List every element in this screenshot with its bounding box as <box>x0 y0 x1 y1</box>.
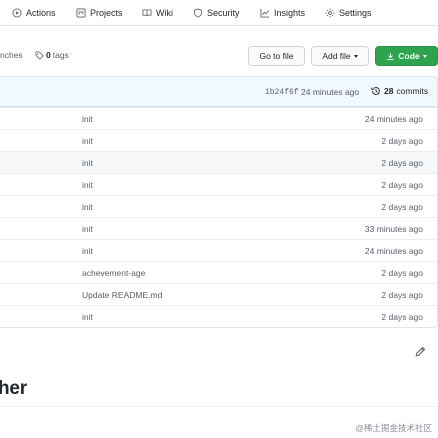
chevron-down-icon <box>353 54 358 58</box>
row-commit-message[interactable]: init <box>82 246 93 256</box>
row-commit-age: 2 days ago <box>381 312 423 322</box>
commit-sha-link[interactable]: 1b24f6f <box>265 88 299 97</box>
row-commit-age: 2 days ago <box>381 180 423 190</box>
go-to-file-label: Go to file <box>259 51 294 61</box>
add-file-button[interactable]: Add file <box>311 46 369 66</box>
table-row[interactable]: init 2 days ago <box>0 173 437 195</box>
tags-label: tags <box>52 50 69 60</box>
commits-link[interactable]: 28 commits <box>371 86 428 96</box>
tab-actions[interactable]: Actions <box>12 6 56 20</box>
row-commit-message[interactable]: init <box>82 136 93 146</box>
download-icon <box>387 52 394 60</box>
tab-projects[interactable]: Projects <box>76 6 123 20</box>
chevron-down-icon <box>422 54 427 58</box>
row-commit-message[interactable]: init <box>82 180 93 190</box>
table-row[interactable]: init 24 minutes ago <box>0 107 437 129</box>
file-list: 1b24f6f 24 minutes ago 28 commits init 2… <box>0 76 438 328</box>
graph-icon <box>260 8 270 18</box>
row-commit-age: 2 days ago <box>381 158 423 168</box>
tab-label: Insights <box>274 8 306 18</box>
table-row[interactable]: init 2 days ago <box>0 151 437 173</box>
table-row[interactable]: init 2 days ago <box>0 195 437 217</box>
table-row[interactable]: init 33 minutes ago <box>0 217 437 239</box>
divider <box>0 406 438 407</box>
book-icon <box>142 9 152 17</box>
table-row[interactable]: achevement-age 2 days ago <box>0 261 437 283</box>
table-row[interactable]: init 2 days ago <box>0 129 437 151</box>
tags-count: 0 <box>46 50 51 60</box>
branches-link[interactable]: nches <box>0 50 23 60</box>
row-commit-message[interactable]: init <box>82 158 93 168</box>
gear-icon <box>325 8 335 18</box>
row-commit-message[interactable]: Update README.md <box>82 290 162 300</box>
table-row[interactable]: init 24 minutes ago <box>0 239 437 261</box>
row-commit-age: 2 days ago <box>381 290 423 300</box>
watermark: @稀土掘金技术社区 <box>355 423 432 433</box>
code-button[interactable]: Code <box>375 46 438 66</box>
tab-label: Projects <box>90 8 123 18</box>
row-commit-age: 24 minutes ago <box>364 246 423 256</box>
tab-settings[interactable]: Settings <box>325 6 372 20</box>
play-circle-icon <box>12 8 22 18</box>
pencil-icon[interactable] <box>414 346 426 358</box>
commit-time: 24 minutes ago <box>301 87 360 97</box>
tags-link[interactable]: 0 tags <box>35 50 69 60</box>
commit-count: 28 <box>384 86 394 96</box>
row-commit-message[interactable]: init <box>82 202 93 212</box>
table-row[interactable]: init 2 days ago <box>0 305 437 327</box>
tab-label: Wiki <box>156 8 173 18</box>
tag-icon <box>35 50 44 60</box>
row-commit-age: 33 minutes ago <box>364 224 423 234</box>
readme-heading: her <box>0 378 27 399</box>
row-commit-age: 2 days ago <box>381 136 423 146</box>
row-commit-message[interactable]: achevement-age <box>82 268 145 278</box>
row-commit-age: 24 minutes ago <box>364 114 423 124</box>
row-commit-age: 2 days ago <box>381 268 423 278</box>
tab-security[interactable]: Security <box>193 6 240 20</box>
row-commit-message[interactable]: init <box>82 114 93 124</box>
history-icon <box>371 87 380 95</box>
row-commit-message[interactable]: init <box>82 224 93 234</box>
project-board-icon <box>76 8 86 18</box>
add-file-label: Add file <box>322 51 351 61</box>
commit-count-label: commits <box>396 86 429 96</box>
tab-label: Actions <box>26 8 56 18</box>
row-commit-message[interactable]: init <box>82 312 93 322</box>
go-to-file-button[interactable]: Go to file <box>248 46 305 66</box>
tab-label: Settings <box>339 8 372 18</box>
latest-commit-bar: 1b24f6f 24 minutes ago 28 commits <box>0 77 437 107</box>
code-label: Code <box>398 51 420 61</box>
tab-label: Security <box>207 8 240 18</box>
repo-nav: Actions Projects Wiki Security Insights … <box>0 0 438 26</box>
tab-insights[interactable]: Insights <box>260 6 305 20</box>
row-commit-age: 2 days ago <box>381 202 423 212</box>
tab-wiki[interactable]: Wiki <box>142 6 173 20</box>
shield-icon <box>194 8 202 18</box>
table-row[interactable]: Update README.md 2 days ago <box>0 283 437 305</box>
